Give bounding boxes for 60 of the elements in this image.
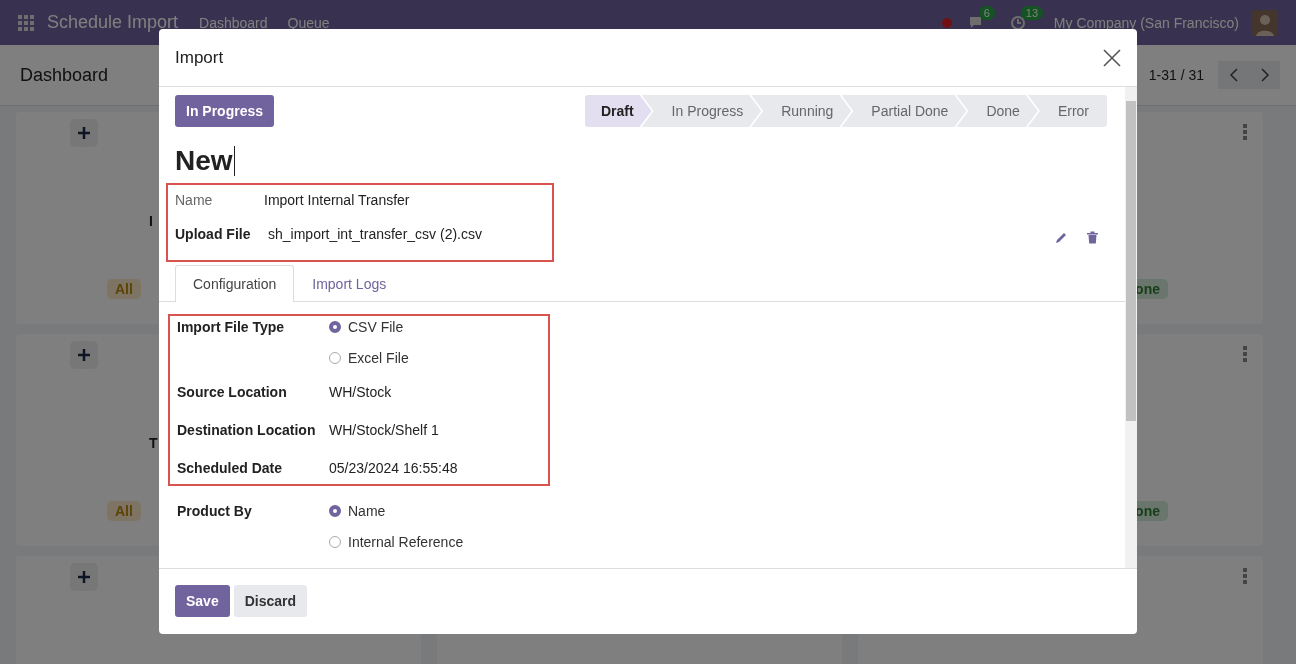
clock-icon[interactable] <box>1009 14 1026 31</box>
kebab-menu-icon[interactable] <box>1243 568 1247 584</box>
text-cursor <box>233 146 235 176</box>
save-button[interactable]: Save <box>175 585 230 617</box>
tab[interactable]: Configuration <box>175 265 295 302</box>
kebab-menu-icon[interactable] <box>1243 124 1247 140</box>
field-label: Name <box>175 192 214 208</box>
field-label: Import File Type <box>177 319 286 335</box>
pager-text[interactable]: 1-31 / 31 <box>1148 67 1204 83</box>
status-stage[interactable]: In Progress <box>641 95 762 127</box>
status-button[interactable]: In Progress <box>175 95 275 127</box>
menu-item[interactable]: Queue <box>287 14 330 31</box>
card-title: I <box>149 213 153 229</box>
page-title: Dashboard <box>20 64 110 86</box>
status-stage[interactable]: Error <box>1027 95 1107 127</box>
kebab-menu-icon[interactable] <box>1243 346 1247 362</box>
file-name: sh_import_int_transfer_csv (2).csv <box>267 226 482 242</box>
radio-option[interactable]: Name <box>329 503 464 519</box>
close-button[interactable] <box>1103 48 1121 67</box>
close-icon <box>1103 48 1121 67</box>
trash-icon[interactable] <box>1086 231 1099 244</box>
next-button[interactable] <box>1249 61 1280 89</box>
status-stage[interactable]: Running <box>751 95 852 127</box>
previous-button[interactable] <box>1218 61 1249 89</box>
add-button[interactable] <box>70 119 98 147</box>
field-label: Upload File <box>175 226 252 242</box>
field-label: Product By <box>177 503 253 519</box>
radio-option[interactable]: Internal Reference <box>329 534 464 550</box>
chevron-right-icon <box>1259 68 1270 82</box>
radio-option[interactable]: Excel File <box>329 350 409 366</box>
plus-icon <box>78 127 90 139</box>
scrollbar[interactable] <box>1125 87 1137 568</box>
apps-grid-icon[interactable] <box>18 14 34 31</box>
field-value: Import Internal Transfer <box>264 192 410 208</box>
status-stage[interactable]: Done <box>956 95 1038 127</box>
radio-option[interactable]: CSV File <box>329 319 409 335</box>
recording-dot-icon[interactable] <box>941 17 952 28</box>
plus-icon <box>78 349 90 361</box>
add-button[interactable] <box>70 563 98 591</box>
card-title: T <box>149 435 158 451</box>
menu-item[interactable]: Dashboard <box>199 14 268 31</box>
status-stage[interactable]: Draft <box>584 95 652 127</box>
add-button[interactable] <box>70 341 98 369</box>
plus-icon <box>78 571 90 583</box>
count-badge: 13 <box>1020 5 1044 20</box>
count-badge: 6 <box>978 5 995 20</box>
pencil-icon[interactable] <box>1055 231 1068 244</box>
field-value: WH/Stock <box>329 384 392 400</box>
tab[interactable]: Import Logs <box>294 265 405 302</box>
field-label: Source Location <box>177 384 288 400</box>
chevron-left-icon <box>1228 68 1239 82</box>
field-value: 05/23/2024 16:55:48 <box>329 460 458 476</box>
discard-button[interactable]: Discard <box>233 585 308 617</box>
field-label: Scheduled Date <box>177 460 284 476</box>
status-stage[interactable]: Partial Done <box>841 95 967 127</box>
record-title[interactable]: New <box>175 145 233 177</box>
field-value: WH/Stock/Shelf 1 <box>329 422 439 438</box>
dialog-title: Import <box>175 47 225 68</box>
field-label: Destination Location <box>177 422 317 438</box>
app-title[interactable]: Schedule Import <box>47 12 179 33</box>
